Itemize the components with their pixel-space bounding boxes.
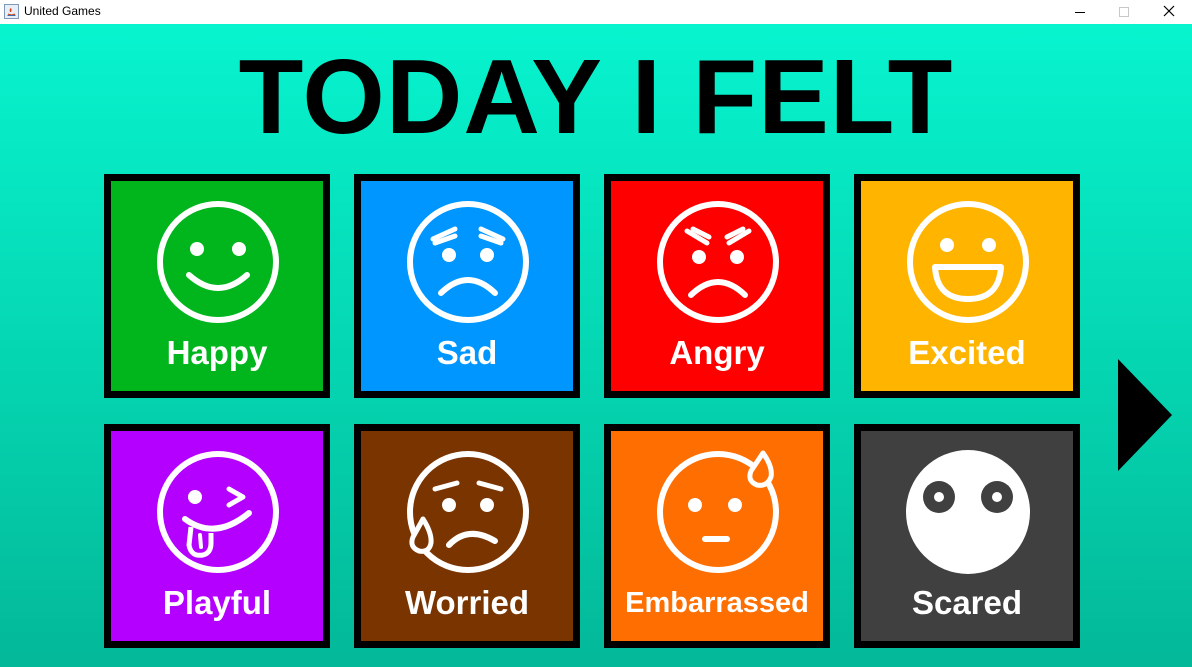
embarrassed-face-icon	[657, 450, 779, 573]
emotion-tile-embarrassed[interactable]: Embarrassed	[604, 424, 830, 648]
emotion-tile-sad[interactable]: Sad	[354, 174, 580, 398]
page-title: TODAY I FELT	[238, 38, 954, 156]
maximize-button[interactable]	[1101, 0, 1147, 24]
app-window: United Games TODAY I FELT Happy Sad Angr…	[0, 0, 1192, 667]
emotion-label: Worried	[404, 584, 530, 621]
close-icon	[1163, 5, 1175, 17]
emotion-label: Excited	[908, 334, 1026, 371]
emotion-tile-worried[interactable]: Worried	[354, 424, 580, 648]
emotion-tile-playful[interactable]: Playful	[104, 424, 330, 648]
happy-face-icon	[157, 201, 279, 323]
playful-face-icon	[157, 451, 279, 573]
maximize-icon	[1119, 7, 1129, 17]
java-app-icon	[4, 4, 19, 19]
title-bar[interactable]: United Games	[0, 0, 1192, 24]
scared-face-icon	[906, 450, 1030, 574]
sad-face-icon	[407, 201, 529, 323]
emotion-label: Angry	[669, 334, 765, 371]
emotion-tile-excited[interactable]: Excited	[854, 174, 1080, 398]
angry-face-icon	[657, 201, 779, 323]
emotion-tile-happy[interactable]: Happy	[104, 174, 330, 398]
emotion-label: Scared	[911, 584, 1023, 621]
game-screen: TODAY I FELT Happy Sad Angry Excited Pla…	[0, 24, 1192, 667]
close-button[interactable]	[1146, 0, 1192, 24]
emotion-label: Playful	[162, 584, 272, 621]
emotion-label: Sad	[436, 334, 498, 371]
excited-face-icon	[907, 201, 1029, 323]
emotion-tile-angry[interactable]: Angry	[604, 174, 830, 398]
emotion-label: Happy	[166, 334, 268, 371]
emotion-tile-scared[interactable]: Scared	[854, 424, 1080, 648]
emotion-label: Embarrassed	[625, 587, 809, 619]
play-arrow-icon[interactable]	[1116, 359, 1174, 471]
minimize-button[interactable]	[1057, 0, 1103, 24]
window-title: United Games	[24, 4, 101, 18]
worried-face-icon	[407, 451, 529, 573]
minimize-icon	[1075, 12, 1085, 13]
